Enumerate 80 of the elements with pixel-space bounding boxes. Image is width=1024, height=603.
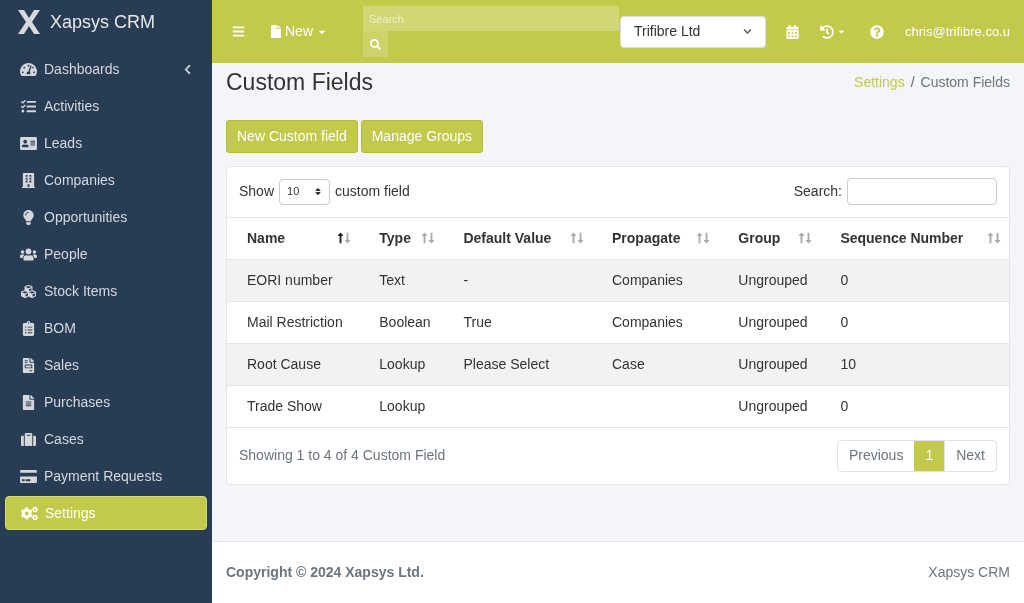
document-icon bbox=[20, 394, 37, 410]
table-cell: Ungrouped bbox=[738, 313, 808, 330]
column-header[interactable]: Sequence Number bbox=[820, 217, 1009, 259]
sidebar-item[interactable]: Dashboards bbox=[5, 52, 207, 86]
table-cell: Companies bbox=[612, 313, 683, 330]
sidebar-item[interactable]: Opportunities bbox=[5, 200, 207, 234]
sort-icon bbox=[314, 187, 323, 196]
table-cell: - bbox=[463, 271, 469, 288]
table-cell: Case bbox=[612, 355, 645, 372]
page-size-select[interactable]: 10 bbox=[279, 178, 331, 205]
sidebar-item[interactable]: Companies bbox=[5, 163, 207, 197]
chevron-down-icon bbox=[743, 27, 752, 36]
sidebar-item[interactable]: Payment Requests bbox=[5, 459, 207, 493]
search-field[interactable]: Search bbox=[363, 6, 619, 31]
chevron-left-icon bbox=[183, 63, 192, 75]
table-cell: Ungrouped bbox=[738, 355, 808, 372]
table-cell: True bbox=[463, 313, 492, 330]
id-card-icon bbox=[20, 135, 37, 151]
table-cell: 10 bbox=[840, 355, 856, 372]
footer-app-name: Xapsys CRM bbox=[928, 563, 1010, 582]
column-header[interactable]: Name bbox=[227, 217, 360, 259]
brand-name: Xapsys CRM bbox=[50, 10, 156, 34]
table-cell: Boolean bbox=[379, 313, 431, 330]
sidebar-item[interactable]: Cases bbox=[5, 422, 207, 456]
sidebar-item[interactable]: Activities bbox=[5, 89, 207, 123]
logo-icon bbox=[16, 9, 42, 35]
table-info: Showing 1 to 4 of 4 Custom Field bbox=[239, 446, 446, 465]
company-select[interactable]: Trifibre Ltd bbox=[620, 15, 766, 48]
table-cell: 0 bbox=[840, 271, 849, 288]
table-cell: Trade Show bbox=[247, 397, 322, 414]
history-icon[interactable] bbox=[820, 24, 846, 39]
credit-card-icon bbox=[20, 468, 37, 484]
gauge-icon bbox=[20, 61, 37, 77]
sidebar-item[interactable]: Sales bbox=[5, 348, 207, 382]
breadcrumb-separator: / bbox=[910, 72, 915, 92]
sidebar-item[interactable]: Leads bbox=[5, 126, 207, 160]
boxes-icon bbox=[20, 283, 37, 299]
table-search-field[interactable] bbox=[847, 178, 997, 205]
show-label: Show bbox=[239, 182, 275, 201]
column-header[interactable]: Default Value bbox=[443, 217, 592, 259]
gears-icon bbox=[21, 505, 38, 521]
breadcrumb-current: Custom Fields bbox=[920, 72, 1010, 92]
help-icon[interactable] bbox=[870, 24, 884, 39]
invoice-icon bbox=[20, 357, 37, 373]
people-icon bbox=[20, 246, 37, 262]
column-header[interactable]: Propagate bbox=[592, 217, 719, 259]
column-header[interactable]: Type bbox=[359, 217, 444, 259]
menu-icon[interactable] bbox=[232, 25, 245, 38]
search-icon bbox=[370, 38, 381, 50]
copyright-text: Copyright © 2024 Xapsys Ltd. bbox=[226, 563, 424, 582]
sidebar-item[interactable]: Purchases bbox=[5, 385, 207, 419]
clipboard-icon bbox=[20, 320, 37, 336]
checklist-icon bbox=[20, 98, 37, 114]
table-cell: Text bbox=[379, 271, 405, 288]
previous-button[interactable]: Previous bbox=[837, 440, 915, 471]
table-cell: EORI number bbox=[247, 271, 333, 288]
table-cell: Root Cause bbox=[247, 355, 321, 372]
column-header[interactable]: Group bbox=[718, 217, 821, 259]
search-label: Search: bbox=[793, 182, 842, 201]
show-suffix: custom field bbox=[335, 182, 410, 201]
table-cell: Lookup bbox=[379, 355, 426, 372]
sidebar-item[interactable]: BOM bbox=[5, 311, 207, 345]
table-cell: Companies bbox=[612, 271, 683, 288]
sidebar-item[interactable]: People bbox=[5, 237, 207, 271]
search-button[interactable] bbox=[363, 31, 388, 57]
table-cell: Please Select bbox=[463, 355, 550, 372]
table-cell: Lookup bbox=[379, 397, 426, 414]
page-title: Custom Fields bbox=[226, 68, 373, 97]
sidebar-item[interactable]: Stock Items bbox=[5, 274, 207, 308]
table-cell: Ungrouped bbox=[738, 397, 808, 414]
suitcase-icon bbox=[20, 431, 37, 447]
table-cell: 0 bbox=[840, 313, 849, 330]
next-button[interactable]: Next bbox=[944, 440, 996, 471]
building-icon bbox=[20, 172, 37, 188]
document-icon bbox=[271, 25, 281, 38]
table-cell: 0 bbox=[840, 397, 849, 414]
table-cell: Mail Restriction bbox=[247, 313, 343, 330]
table-cell: Ungrouped bbox=[738, 271, 808, 288]
calendar-icon[interactable] bbox=[786, 24, 799, 39]
lightbulb-icon bbox=[20, 209, 37, 225]
